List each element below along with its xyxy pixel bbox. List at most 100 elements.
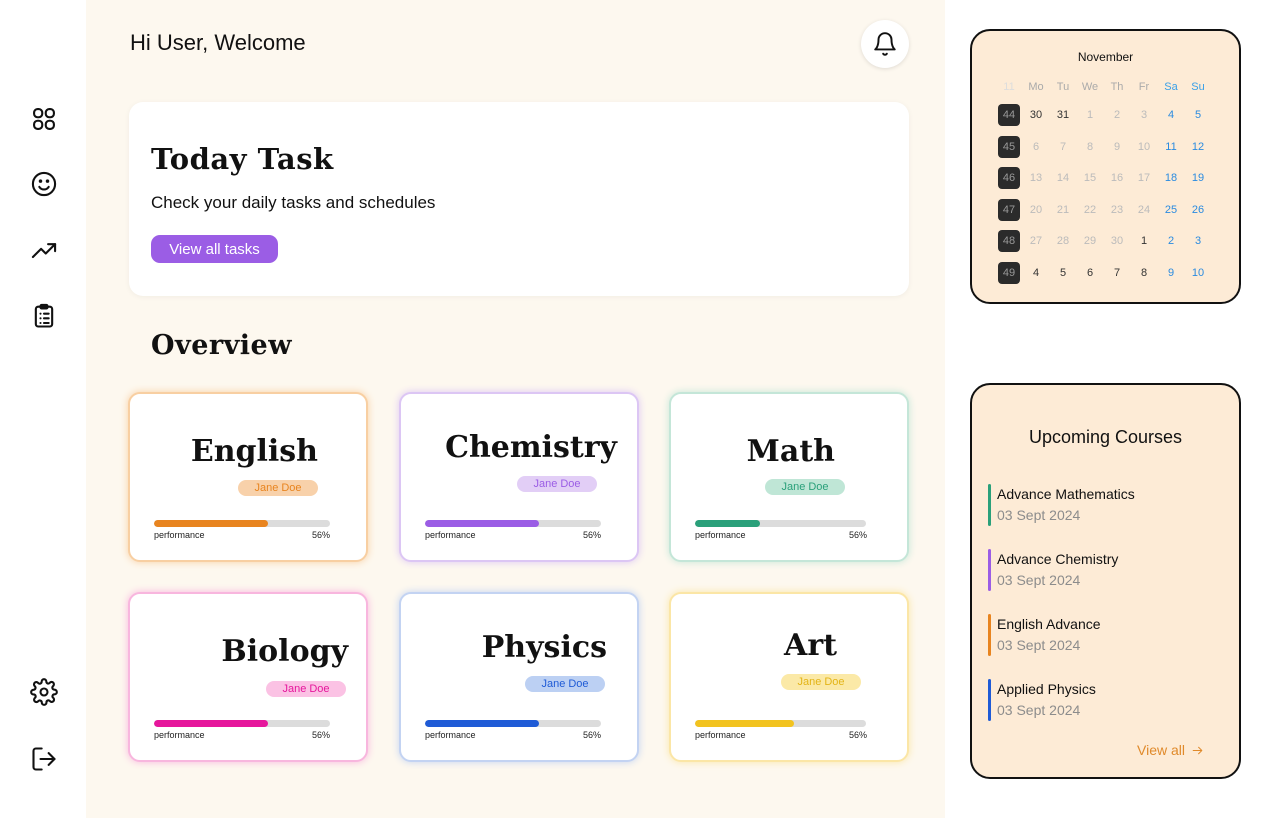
performance-label: performance [695,530,746,540]
teacher-badge: Jane Doe [525,676,605,692]
bell-icon [874,32,896,56]
calendar-day[interactable]: 3 [1187,230,1209,252]
notification-bell-button[interactable] [861,20,909,68]
gear-icon[interactable] [28,676,60,708]
calendar-day[interactable]: 31 [1052,104,1074,126]
course-card-physics[interactable]: Physics Jane Doe performance 56% [399,592,639,762]
smiley-face-icon[interactable] [28,168,60,200]
main-content: Hi User, Welcome Today Task Check your d… [86,0,945,818]
course-card-english[interactable]: English Jane Doe performance 56% [128,392,368,562]
dashboard-grid-icon[interactable] [28,103,60,135]
calendar-day[interactable]: 16 [1106,167,1128,189]
calendar-day[interactable]: 28 [1052,230,1074,252]
calendar-day[interactable]: 2 [1160,230,1182,252]
calendar-day[interactable]: 24 [1133,199,1155,221]
course-color-bar [988,484,991,526]
calendar-day-header: Fr [1138,81,1150,93]
calendar-day[interactable]: 5 [1052,262,1074,284]
performance-value: 56% [311,730,330,740]
trending-up-icon[interactable] [28,234,60,266]
calendar-week-number: 44 [998,104,1020,126]
calendar-week-header: 11 [1003,81,1015,93]
calendar-day[interactable]: 25 [1160,199,1182,221]
overview-title: Overview [151,330,292,361]
calendar-day-header: Tu [1056,81,1070,93]
course-color-bar [988,679,991,721]
upcoming-course-item[interactable]: English Advance 03 Sept 2024 [988,614,1218,656]
calendar-day[interactable]: 1 [1079,104,1101,126]
calendar-day[interactable]: 19 [1187,167,1209,189]
calendar-day[interactable]: 27 [1025,230,1047,252]
calendar-day[interactable]: 22 [1079,199,1101,221]
arrow-right-icon [1192,746,1203,754]
calendar-day[interactable]: 8 [1133,262,1155,284]
calendar-day-header: Su [1191,81,1205,93]
performance-value: 56% [848,730,867,740]
performance-label: performance [695,730,746,740]
calendar-day[interactable]: 13 [1025,167,1047,189]
calendar-day[interactable]: 10 [1187,262,1209,284]
view-all-label: View all [1137,742,1185,758]
performance-bar-fill [154,720,269,727]
teacher-badge: Jane Doe [765,479,845,495]
upcoming-course-name: Advance Chemistry [997,551,1119,567]
calendar-day[interactable]: 30 [1106,230,1128,252]
calendar-day[interactable]: 30 [1025,104,1047,126]
calendar-day[interactable]: 6 [1079,262,1101,284]
upcoming-course-name: Advance Mathematics [997,486,1135,502]
calendar-day[interactable]: 9 [1106,136,1128,158]
calendar-day[interactable]: 5 [1187,104,1209,126]
calendar-day[interactable]: 23 [1106,199,1128,221]
calendar-day[interactable]: 18 [1160,167,1182,189]
performance-bar [425,720,601,727]
performance-label: performance [425,530,476,540]
view-all-courses-link[interactable]: View all [1137,742,1204,758]
today-task-card: Today Task Check your daily tasks and sc… [129,102,909,296]
performance-bar [154,520,330,527]
calendar-day[interactable]: 21 [1052,199,1074,221]
sidebar [0,0,86,818]
upcoming-course-date: 03 Sept 2024 [997,572,1081,588]
calendar-week-number: 47 [998,198,1020,221]
calendar-day[interactable]: 1 [1133,230,1155,252]
calendar-week-number: 45 [998,135,1020,158]
calendar-day[interactable]: 14 [1052,167,1074,189]
upcoming-course-item[interactable]: Advance Mathematics 03 Sept 2024 [988,484,1218,526]
clipboard-list-icon[interactable] [28,300,60,332]
calendar-day[interactable]: 20 [1025,199,1047,221]
logout-icon[interactable] [28,743,60,775]
calendar-day[interactable]: 7 [1052,136,1074,158]
course-card-biology[interactable]: Biology Jane Doe performance 56% [128,592,368,762]
performance-bar [695,720,866,727]
calendar-day[interactable]: 17 [1133,167,1155,189]
view-all-tasks-button[interactable]: View all tasks [151,235,278,263]
calendar-week-number: 46 [998,167,1020,189]
calendar-day[interactable]: 11 [1160,136,1182,158]
calendar-day[interactable]: 7 [1106,262,1128,284]
calendar-day[interactable]: 4 [1025,262,1047,284]
performance-bar-fill [695,720,795,727]
calendar-day-header: We [1081,81,1099,93]
calendar-week-number: 49 [998,261,1020,284]
upcoming-course-item[interactable]: Advance Chemistry 03 Sept 2024 [988,549,1218,591]
calendar-day[interactable]: 3 [1133,104,1155,126]
calendar-day[interactable]: 10 [1133,136,1155,158]
calendar-day[interactable]: 15 [1079,167,1101,189]
calendar-week-number: 48 [998,230,1020,252]
calendar-day[interactable]: 12 [1187,136,1209,158]
calendar-day[interactable]: 6 [1025,136,1047,158]
teacher-badge: Jane Doe [781,674,861,690]
performance-bar-fill [425,720,540,727]
calendar-day[interactable]: 29 [1079,230,1101,252]
calendar-day[interactable]: 8 [1079,136,1101,158]
course-card-chemistry[interactable]: Chemistry Jane Doe performance 56% [399,392,639,562]
course-card-math[interactable]: Math Jane Doe performance 56% [669,392,909,562]
upcoming-courses-panel: Upcoming Courses Advance Mathematics 03 … [970,383,1241,779]
calendar-day[interactable]: 4 [1160,104,1182,126]
calendar-day[interactable]: 26 [1187,199,1209,221]
performance-bar [154,720,330,727]
course-card-art[interactable]: Art Jane Doe performance 56% [669,592,909,762]
upcoming-course-item[interactable]: Applied Physics 03 Sept 2024 [988,679,1218,721]
calendar-day[interactable]: 2 [1106,104,1128,126]
calendar-day[interactable]: 9 [1160,262,1182,284]
